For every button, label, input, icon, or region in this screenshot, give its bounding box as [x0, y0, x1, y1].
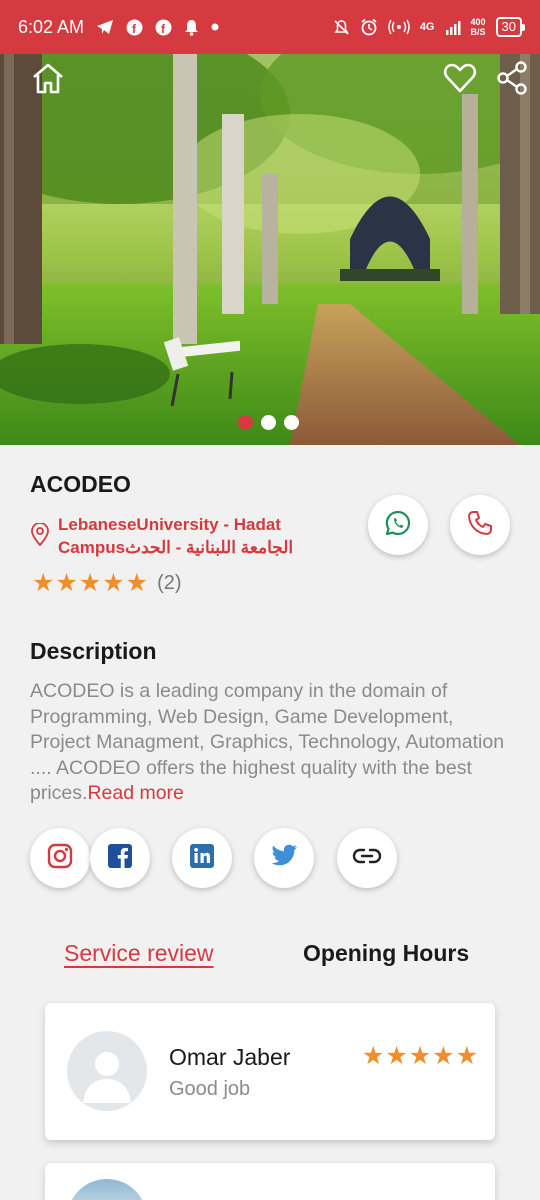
location-line-2: Campusالجامعة اللبنانية - الحدث [58, 538, 294, 557]
twitter-icon [269, 843, 299, 874]
description-heading: Description [30, 638, 157, 664]
heart-icon [443, 62, 477, 99]
battery-indicator: 30 [495, 17, 526, 37]
twitter-button[interactable] [254, 828, 314, 888]
speed-unit: B/S [470, 27, 486, 37]
park-photo [0, 54, 540, 445]
review-comment: Good job [169, 1078, 251, 1100]
call-button[interactable] [450, 495, 510, 555]
rating-count: (2) [157, 571, 182, 594]
avatar [67, 1179, 147, 1200]
telegram-icon [96, 19, 114, 35]
facebook-icon: f [126, 19, 143, 36]
description-text: ACODEO is a leading company in the domai… [30, 679, 510, 807]
facebook-icon [106, 842, 134, 875]
business-rating[interactable]: ★★★★★ (2) [32, 568, 182, 598]
carousel-dot-2[interactable] [261, 415, 276, 430]
rating-stars: ★★★★★ [32, 569, 150, 597]
user-placeholder-icon [83, 1052, 131, 1103]
alarm-icon [360, 18, 378, 36]
website-link-button[interactable] [337, 828, 397, 888]
business-location[interactable]: LebaneseUniversity - Hadat Campusالجامعة… [30, 513, 293, 559]
linkedin-icon [188, 842, 216, 875]
hotspot-icon [388, 19, 410, 35]
status-time: 6:02 AM [18, 16, 85, 37]
location-pin-icon [30, 522, 50, 559]
reviewer-name: Omar Jaber [169, 1044, 291, 1070]
link-icon [352, 846, 382, 871]
hero-gallery[interactable] [0, 54, 540, 445]
whatsapp-button[interactable] [368, 495, 428, 555]
instagram-icon [46, 842, 74, 875]
carousel-dot-3[interactable] [284, 415, 299, 430]
tab-service-review[interactable]: Service review [64, 940, 214, 967]
carousel-dots[interactable] [238, 415, 299, 430]
facebook-button[interactable] [90, 828, 150, 888]
review-card [45, 1163, 495, 1200]
linkedin-button[interactable] [172, 828, 232, 888]
carousel-dot-1[interactable] [238, 415, 253, 430]
phone-icon [466, 509, 494, 542]
share-button[interactable] [492, 60, 532, 100]
instagram-button[interactable] [30, 828, 90, 888]
review-card: Omar Jaber Good job ★★★★★ [45, 1003, 495, 1140]
location-line-1: LebaneseUniversity - Hadat [58, 515, 281, 534]
share-icon [496, 60, 528, 100]
facebook-icon: f [155, 19, 172, 36]
favorite-button[interactable] [440, 60, 480, 100]
home-icon [30, 60, 66, 101]
avatar [67, 1031, 147, 1111]
status-bar: 6:02 AM f f 4G 400 B/S 30 [0, 0, 540, 54]
notification-icon [184, 19, 199, 36]
network-speed: 400 B/S [471, 17, 486, 37]
home-button[interactable] [28, 60, 68, 100]
signal-icon [445, 20, 461, 35]
read-more-link[interactable]: Read more [87, 782, 183, 804]
tab-opening-hours[interactable]: Opening Hours [303, 940, 469, 967]
network-type: 4G [419, 21, 435, 33]
dot-icon [211, 23, 219, 31]
mute-icon [333, 19, 350, 36]
speed-value: 400 [470, 17, 486, 27]
review-stars: ★★★★★ [361, 1042, 479, 1070]
business-name: ACODEO [30, 471, 131, 497]
whatsapp-icon [384, 509, 412, 542]
